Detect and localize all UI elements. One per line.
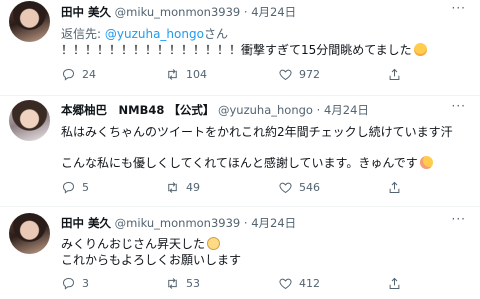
share-icon (389, 181, 400, 193)
avatar[interactable] (9, 1, 50, 42)
retweet-button[interactable]: 49 (165, 180, 200, 195)
display-name[interactable]: 本郷柚巴 NMB48 【公式】 (61, 103, 214, 117)
share-icon (389, 68, 400, 80)
tweet-1[interactable]: 田中 美久 @miku_monmon3939 · 4月24日 ··· 返信先: … (0, 0, 480, 96)
tweet-text-line: これからもよろしくお願いします (61, 253, 242, 267)
reply-icon (62, 182, 75, 194)
tweet-text-line: こんな私にも優しくしてくれてほんと感謝しています。きゅんです (61, 156, 418, 170)
reply-prefix: 返信先: (61, 27, 105, 41)
share-button[interactable] (387, 180, 402, 195)
date[interactable]: 4月24日 (251, 216, 296, 230)
retweet-button[interactable]: 53 (165, 276, 200, 291)
reply-mention[interactable]: @yuzuha_hongo (105, 27, 204, 41)
retweet-icon (168, 278, 177, 289)
tweet-text-line: 私はみくちゃんのツイートをかれこれ約2年間チェックし続けています汗 (61, 125, 453, 139)
share-button[interactable] (387, 276, 402, 291)
like-button[interactable]: 972 (278, 67, 320, 82)
date[interactable]: 4月24日 (251, 5, 296, 19)
retweet-count: 104 (186, 68, 207, 81)
heart-icon (279, 278, 292, 290)
retweet-button[interactable]: 104 (165, 67, 207, 82)
retweet-icon (168, 69, 177, 80)
tweet-text-line: ！！！！！！！！！！！！！！！衝撃すぎて15分間眺めてました (61, 43, 412, 57)
reply-count: 5 (82, 181, 89, 194)
blushing-face-icon (419, 156, 433, 169)
separator: · (243, 216, 248, 230)
reply-button[interactable]: 24 (61, 67, 96, 82)
tweet-header: 本郷柚巴 NMB48 【公式】 @yuzuha_hongo · 4月24日 (61, 102, 369, 118)
reply-count: 3 (82, 277, 89, 290)
retweet-count: 49 (186, 181, 200, 194)
tweet-header: 田中 美久 @miku_monmon3939 · 4月24日 (61, 215, 296, 231)
more-options-icon[interactable]: ··· (452, 99, 466, 113)
tweet-actions: 5 49 546 (61, 180, 421, 200)
tweet-text: ！！！！！！！！！！！！！！！衝撃すぎて15分間眺めてました (61, 41, 427, 58)
reply-icon (62, 278, 75, 290)
heart-icon (279, 69, 292, 81)
tweet-3[interactable]: 田中 美久 @miku_monmon3939 · 4月24日 ··· みくりんお… (0, 207, 480, 299)
separator: · (316, 103, 321, 117)
like-button[interactable]: 412 (278, 276, 320, 291)
retweet-icon (168, 182, 177, 193)
date[interactable]: 4月24日 (324, 103, 369, 117)
reply-suffix: さん (203, 27, 228, 41)
share-button[interactable] (387, 67, 402, 82)
tweet-2[interactable]: 本郷柚巴 NMB48 【公式】 @yuzuha_hongo · 4月24日 ··… (0, 96, 480, 207)
tweet-text-line: みくりんおじさん昇天した (61, 237, 206, 251)
more-options-icon[interactable]: ··· (452, 212, 466, 226)
tweet-actions: 24 104 972 (61, 67, 421, 87)
avatar[interactable] (9, 100, 50, 141)
reply-button[interactable]: 3 (61, 276, 89, 291)
share-icon (389, 277, 400, 289)
reply-count: 24 (82, 68, 96, 81)
avatar[interactable] (9, 213, 50, 254)
heart-icon (279, 182, 292, 194)
like-count: 972 (299, 68, 320, 81)
reply-button[interactable]: 5 (61, 180, 89, 195)
retweet-count: 53 (186, 277, 200, 290)
reply-context: 返信先: @yuzuha_hongoさん (61, 25, 228, 42)
display-name[interactable]: 田中 美久 (61, 5, 111, 19)
reply-icon (62, 69, 75, 81)
separator: · (243, 5, 248, 19)
angel-face-icon (207, 237, 221, 250)
smiling-face-icon (413, 43, 427, 56)
like-count: 412 (299, 277, 320, 290)
tweet-header: 田中 美久 @miku_monmon3939 · 4月24日 (61, 4, 296, 20)
handle[interactable]: @yuzuha_hongo (218, 103, 313, 117)
tweet-text: みくりんおじさん昇天した (61, 235, 221, 252)
tweet-actions: 3 53 412 (61, 276, 421, 296)
display-name[interactable]: 田中 美久 (61, 216, 111, 230)
like-button[interactable]: 546 (278, 180, 320, 195)
handle[interactable]: @miku_monmon3939 (115, 216, 241, 230)
tweet-text: こんな私にも優しくしてくれてほんと感謝しています。きゅんです (61, 154, 433, 171)
more-options-icon[interactable]: ··· (452, 1, 466, 15)
like-count: 546 (299, 181, 320, 194)
handle[interactable]: @miku_monmon3939 (115, 5, 241, 19)
